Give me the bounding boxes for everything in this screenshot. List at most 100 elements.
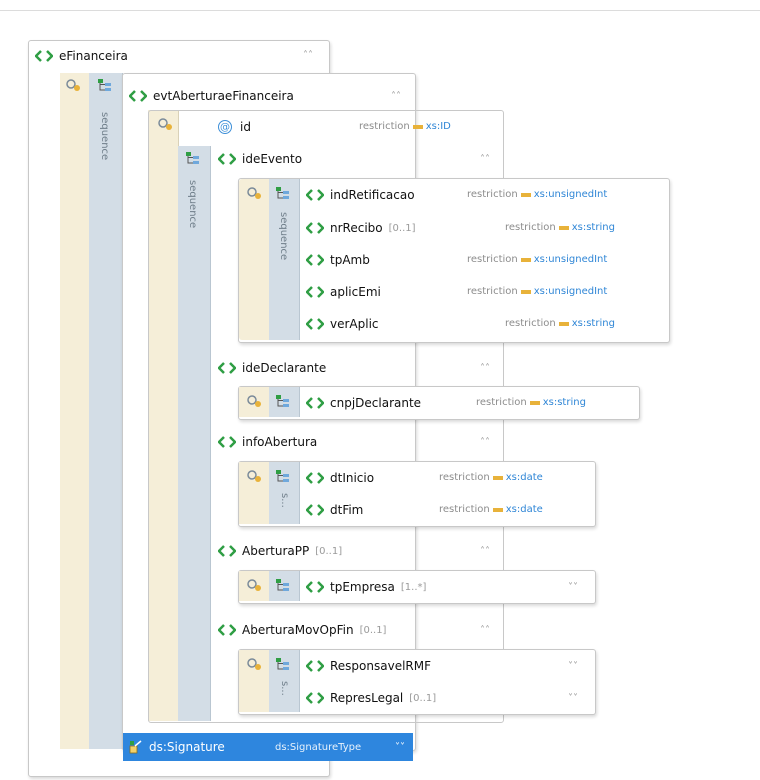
collapse-chevron-icon[interactable]: ˄˄ xyxy=(480,437,490,448)
sequence-icon[interactable] xyxy=(276,658,290,672)
child-element-responsavelrmf[interactable]: ResponsavelRMF xyxy=(305,656,431,676)
type-link[interactable]: xs:string xyxy=(572,318,615,329)
element-name: infoAbertura xyxy=(242,435,318,449)
child-element-indretificacao[interactable]: indRetificacao xyxy=(305,185,415,205)
element-header-aberturapp[interactable]: AberturaPP [0..1] xyxy=(217,541,343,561)
restriction-nrrecibo: restriction xs:string xyxy=(505,222,615,233)
collapse-chevron-icon[interactable]: ˄˄ xyxy=(303,50,313,61)
element-name: aplicEmi xyxy=(330,285,381,299)
type-link[interactable]: xs:string xyxy=(543,397,586,408)
element-name: verAplic xyxy=(330,317,379,331)
sequence-icon[interactable] xyxy=(276,187,290,201)
restriction-label: restriction xyxy=(505,222,556,233)
element-header-evt[interactable]: evtAberturaeFinanceira xyxy=(128,86,294,106)
attributes-icon[interactable] xyxy=(247,187,263,201)
sequence-icon[interactable] xyxy=(98,79,112,93)
type-link[interactable]: xs:string xyxy=(572,222,615,233)
restriction-veraplic: restriction xs:string xyxy=(505,318,615,329)
attributes-icon[interactable] xyxy=(247,395,263,409)
element-icon xyxy=(305,286,325,298)
element-name: ideDeclarante xyxy=(242,361,327,375)
type-link[interactable]: xs:unsignedInt xyxy=(534,189,608,200)
expand-chevron-icon[interactable]: ˅˅ xyxy=(568,693,578,704)
element-icon xyxy=(305,660,325,672)
restriction-label: restriction xyxy=(359,121,410,132)
element-name: indRetificacao xyxy=(330,188,415,202)
restriction-label: restriction xyxy=(467,189,518,200)
sequence-short-label: s... xyxy=(279,493,290,508)
collapse-chevron-icon[interactable]: ˄˄ xyxy=(480,363,490,374)
element-header-infoabertura[interactable]: infoAbertura xyxy=(217,432,318,452)
child-element-aplicemi[interactable]: aplicEmi xyxy=(305,282,381,302)
sequence-short-label: s... xyxy=(279,681,290,696)
restriction-arrow-icon xyxy=(529,400,540,405)
collapse-chevron-icon[interactable]: ˄˄ xyxy=(480,154,490,165)
element-name: AberturaMovOpFin xyxy=(242,623,354,637)
child-element-tpempresa[interactable]: tpEmpresa [1..*] xyxy=(305,577,427,597)
restriction-dtfim: restriction xs:date xyxy=(439,504,543,515)
restriction-arrow-icon xyxy=(558,225,569,230)
occurrence-label: [0..1] xyxy=(388,222,416,234)
element-header-ideevento[interactable]: ideEvento xyxy=(217,149,302,169)
restriction-arrow-icon xyxy=(520,257,531,262)
restriction-arrow-icon xyxy=(558,321,569,326)
type-link[interactable]: xs:unsignedInt xyxy=(534,286,608,297)
restriction-label: restriction xyxy=(439,504,490,515)
element-header-aberturamovopfin[interactable]: AberturaMovOpFin [0..1] xyxy=(217,620,387,640)
occurrence-label: [1..*] xyxy=(400,581,427,593)
element-header-idedeclarante[interactable]: ideDeclarante xyxy=(217,358,327,378)
type-link[interactable]: xs:unsignedInt xyxy=(534,254,608,265)
top-divider xyxy=(0,10,760,11)
restriction-tpamb: restriction xs:unsignedInt xyxy=(467,254,607,265)
element-icon xyxy=(305,222,325,234)
element-icon xyxy=(305,504,325,516)
element-name: tpAmb xyxy=(330,253,370,267)
attributes-icon[interactable] xyxy=(247,579,263,593)
expand-chevron-icon[interactable]: ˅˅ xyxy=(568,661,578,672)
collapse-chevron-icon[interactable]: ˄˄ xyxy=(480,625,490,636)
element-icon xyxy=(305,254,325,266)
expand-chevron-icon[interactable]: ˅˅ xyxy=(395,742,405,753)
attribute-id-restriction: restriction xs:ID xyxy=(359,121,451,132)
element-name: nrRecibo xyxy=(330,221,383,235)
element-header-efinanceira[interactable]: eFinanceira xyxy=(34,46,128,66)
child-element-dtinicio[interactable]: dtInicio xyxy=(305,468,375,488)
element-name: RepresLegal xyxy=(330,691,404,705)
signature-type-link[interactable]: ds:SignatureType xyxy=(275,742,361,753)
child-element-veraplic[interactable]: verAplic xyxy=(305,314,379,334)
child-element-dtfim[interactable]: dtFim xyxy=(305,500,363,520)
restriction-dtinicio: restriction xs:date xyxy=(439,472,543,483)
attribute-id[interactable]: @ id xyxy=(218,117,251,137)
attributes-strip xyxy=(239,179,270,340)
child-element-nrrecibo[interactable]: nrRecibo [0..1] xyxy=(305,218,416,238)
signature-name: ds:Signature xyxy=(149,740,225,754)
sequence-icon[interactable] xyxy=(276,395,290,409)
occurrence-label: [0..1] xyxy=(359,624,387,636)
type-link[interactable]: xs:ID xyxy=(426,121,451,132)
type-link[interactable]: xs:date xyxy=(506,504,543,515)
child-element-repreglegal[interactable]: RepresLegal [0..1] xyxy=(305,688,437,708)
element-name: dtInicio xyxy=(330,471,375,485)
sequence-icon[interactable] xyxy=(276,470,290,484)
expand-chevron-icon[interactable]: ˅˅ xyxy=(568,582,578,593)
collapse-chevron-icon[interactable]: ˄˄ xyxy=(391,91,401,102)
sequence-icon[interactable] xyxy=(276,579,290,593)
restriction-label: restriction xyxy=(467,286,518,297)
attributes-strip xyxy=(60,73,90,749)
element-icon xyxy=(217,153,237,165)
attributes-icon[interactable] xyxy=(247,470,263,484)
signature-element[interactable]: ds:Signature ds:SignatureType ˅˅ xyxy=(123,733,413,761)
restriction-arrow-icon xyxy=(520,192,531,197)
collapse-chevron-icon[interactable]: ˄˄ xyxy=(480,546,490,557)
child-element-tpamb[interactable]: tpAmb xyxy=(305,250,370,270)
child-element-cnpjdeclarante[interactable]: cnpjDeclarante xyxy=(305,393,421,413)
element-name: eFinanceira xyxy=(59,49,128,63)
element-icon xyxy=(217,436,237,448)
type-link[interactable]: xs:date xyxy=(506,472,543,483)
occurrence-label: [0..1] xyxy=(315,545,343,557)
attributes-icon[interactable] xyxy=(66,79,82,93)
attributes-icon[interactable] xyxy=(247,658,263,672)
occurrence-label: [0..1] xyxy=(409,692,437,704)
sequence-strip xyxy=(89,73,123,749)
restriction-label: restriction xyxy=(439,472,490,483)
